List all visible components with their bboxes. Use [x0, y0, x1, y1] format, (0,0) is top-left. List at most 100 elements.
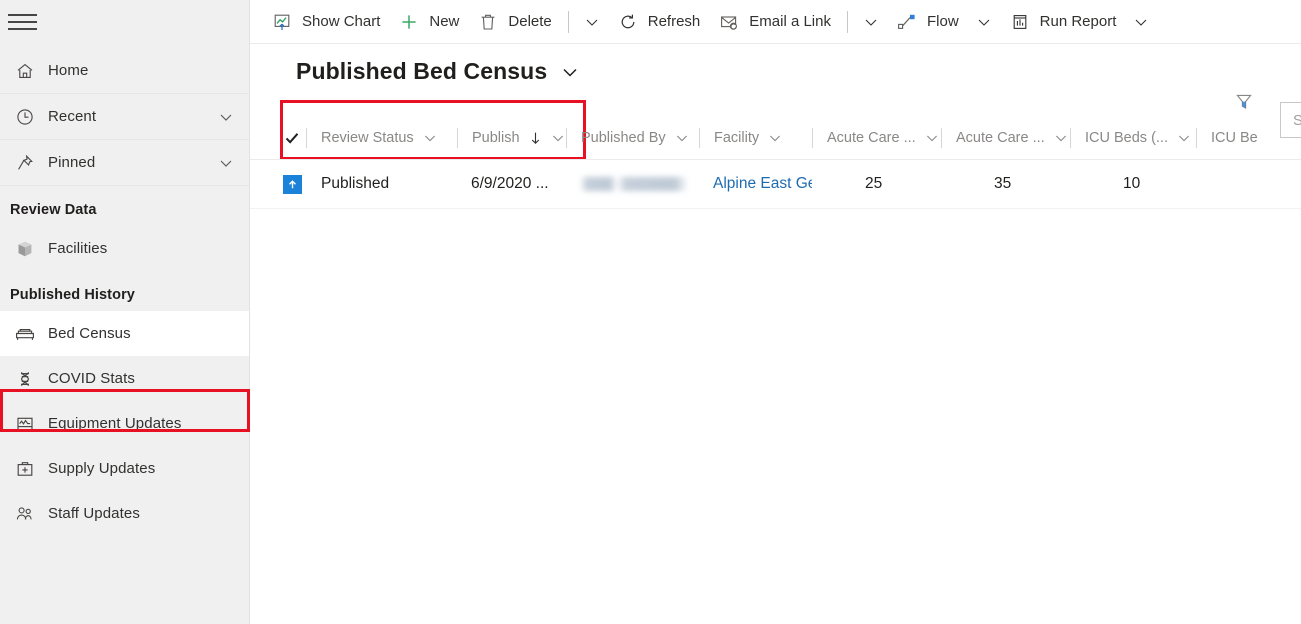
column-header-icu-beds-1[interactable]: ICU Beds (... [1071, 116, 1196, 160]
cell-facility[interactable]: Alpine East Ger [699, 160, 812, 209]
column-header-published-by[interactable]: Published By [567, 116, 699, 160]
column-label: Facility [714, 129, 760, 146]
table-row[interactable]: Published 6/9/2020 ... Alpine East Ger 2… [250, 160, 1301, 209]
sidebar: Home Recent Pinned Review Data Facilitie… [0, 0, 250, 624]
column-label: ICU Beds (... [1085, 129, 1168, 146]
chevron-down-icon[interactable] [422, 130, 438, 146]
sidebar-group-title-review-data: Review Data [10, 202, 97, 218]
command-bar: Show Chart New Delete Refresh Email a Li… [250, 0, 1301, 44]
chevron-down-icon[interactable] [559, 61, 581, 83]
new-button[interactable]: New [389, 2, 468, 42]
sidebar-item-facilities[interactable]: Facilities [0, 226, 249, 271]
report-icon [1009, 12, 1031, 32]
trash-icon [477, 12, 499, 32]
chevron-down-icon[interactable] [217, 154, 235, 172]
new-label: New [429, 13, 460, 30]
email-a-link-button[interactable]: Email a Link [709, 2, 840, 42]
flow-button[interactable]: Flow [887, 2, 968, 42]
column-label: Acute Care ... [956, 129, 1045, 146]
sidebar-item-label: Bed Census [48, 325, 131, 342]
run-report-button[interactable]: Run Report [1000, 2, 1126, 42]
sidebar-item-staff-updates[interactable]: Staff Updates [0, 491, 249, 536]
sidebar-item-label: Equipment Updates [48, 415, 182, 432]
monitor-icon [10, 414, 40, 434]
sidebar-item-supply-updates[interactable]: Supply Updates [0, 446, 249, 491]
delete-overflow-chevron[interactable] [576, 2, 608, 42]
run-report-label: Run Report [1039, 13, 1117, 30]
sidebar-item-label: Staff Updates [48, 505, 140, 522]
delete-label: Delete [508, 13, 552, 30]
column-header-published-on[interactable]: Publish... [458, 116, 566, 160]
sidebar-item-label: Recent [48, 108, 97, 125]
refresh-button[interactable]: Refresh [608, 2, 710, 42]
flow-icon [896, 12, 918, 32]
chevron-down-icon[interactable] [1053, 130, 1069, 146]
select-all-checkbox[interactable] [278, 130, 306, 146]
chevron-down-icon[interactable] [924, 130, 940, 146]
medical-kit-icon [10, 459, 40, 479]
cube-icon [10, 239, 40, 259]
page-title: Published Bed Census [296, 58, 548, 84]
cell-published-by [566, 160, 699, 209]
email-overflow-chevron[interactable] [855, 2, 887, 42]
view-selector[interactable]: Published Bed Census [284, 52, 593, 93]
view-header: Published Bed Census Search this view [250, 44, 1301, 160]
run-report-overflow-chevron[interactable] [1125, 2, 1157, 42]
redacted-user-name [580, 177, 688, 191]
cell-icu-beds-1: 10 [1123, 175, 1141, 192]
refresh-icon [617, 12, 639, 32]
hamburger-line [8, 28, 37, 30]
dna-icon [10, 369, 40, 389]
cell-acute-care-2: 35 [994, 175, 1012, 192]
chevron-down-icon[interactable] [550, 130, 566, 146]
cell-icu-beds-2 [1196, 160, 1256, 209]
sidebar-item-label: Pinned [48, 154, 96, 171]
refresh-label: Refresh [647, 13, 701, 30]
column-header-facility[interactable]: Facility [700, 116, 812, 160]
sidebar-item-pinned[interactable]: Pinned [0, 140, 249, 185]
facility-link[interactable]: Alpine East Ger [713, 175, 812, 193]
sidebar-item-home[interactable]: Home [0, 48, 249, 93]
chevron-down-icon[interactable] [674, 130, 690, 146]
chevron-down-icon[interactable] [767, 130, 783, 146]
sidebar-item-label: Home [48, 62, 89, 79]
plus-icon [398, 12, 420, 32]
cell-review-status: Published [321, 175, 390, 192]
flow-overflow-chevron[interactable] [968, 2, 1000, 42]
chevron-down-icon[interactable] [1176, 130, 1192, 146]
bed-icon [10, 324, 40, 344]
hamburger-line [8, 14, 37, 16]
column-label: Publish... [472, 129, 519, 146]
chevron-down-icon[interactable] [217, 108, 235, 126]
cell-published-on: 6/9/2020 ... [471, 175, 549, 192]
row-status-icon-cell [278, 160, 307, 209]
delete-button[interactable]: Delete [468, 2, 560, 42]
column-header-icu-beds-2[interactable]: ICU Bed [1197, 116, 1257, 160]
column-label: Published By [581, 129, 666, 146]
grid-header-row: Review Status Publish... [250, 116, 1301, 160]
hamburger-line [8, 21, 37, 23]
column-label: ICU Bed [1211, 129, 1257, 146]
app-root: Home Recent Pinned Review Data Facilitie… [0, 0, 1301, 624]
home-icon [10, 61, 40, 81]
data-grid: Review Status Publish... [250, 116, 1301, 624]
pin-icon [10, 153, 40, 173]
show-chart-icon [271, 12, 293, 32]
column-header-acute-care-1[interactable]: Acute Care ... [813, 116, 941, 160]
hamburger-menu-button[interactable] [0, 0, 48, 44]
sidebar-item-bed-census[interactable]: Bed Census [0, 311, 249, 356]
people-icon [10, 504, 40, 524]
sort-descending-icon [529, 130, 542, 146]
sidebar-item-covid-stats[interactable]: COVID Stats [0, 356, 249, 401]
column-header-acute-care-2[interactable]: Acute Care ... [942, 116, 1070, 160]
sidebar-item-label: Supply Updates [48, 460, 156, 477]
cell-acute-care-1: 25 [865, 175, 883, 192]
sidebar-item-recent[interactable]: Recent [0, 94, 249, 139]
column-header-review-status[interactable]: Review Status [307, 116, 457, 160]
filter-button[interactable] [1228, 86, 1260, 118]
clock-icon [10, 107, 40, 127]
sidebar-item-equipment-updates[interactable]: Equipment Updates [0, 401, 249, 446]
email-link-icon [718, 12, 740, 32]
column-label: Review Status [321, 129, 414, 146]
show-chart-button[interactable]: Show Chart [262, 2, 389, 42]
